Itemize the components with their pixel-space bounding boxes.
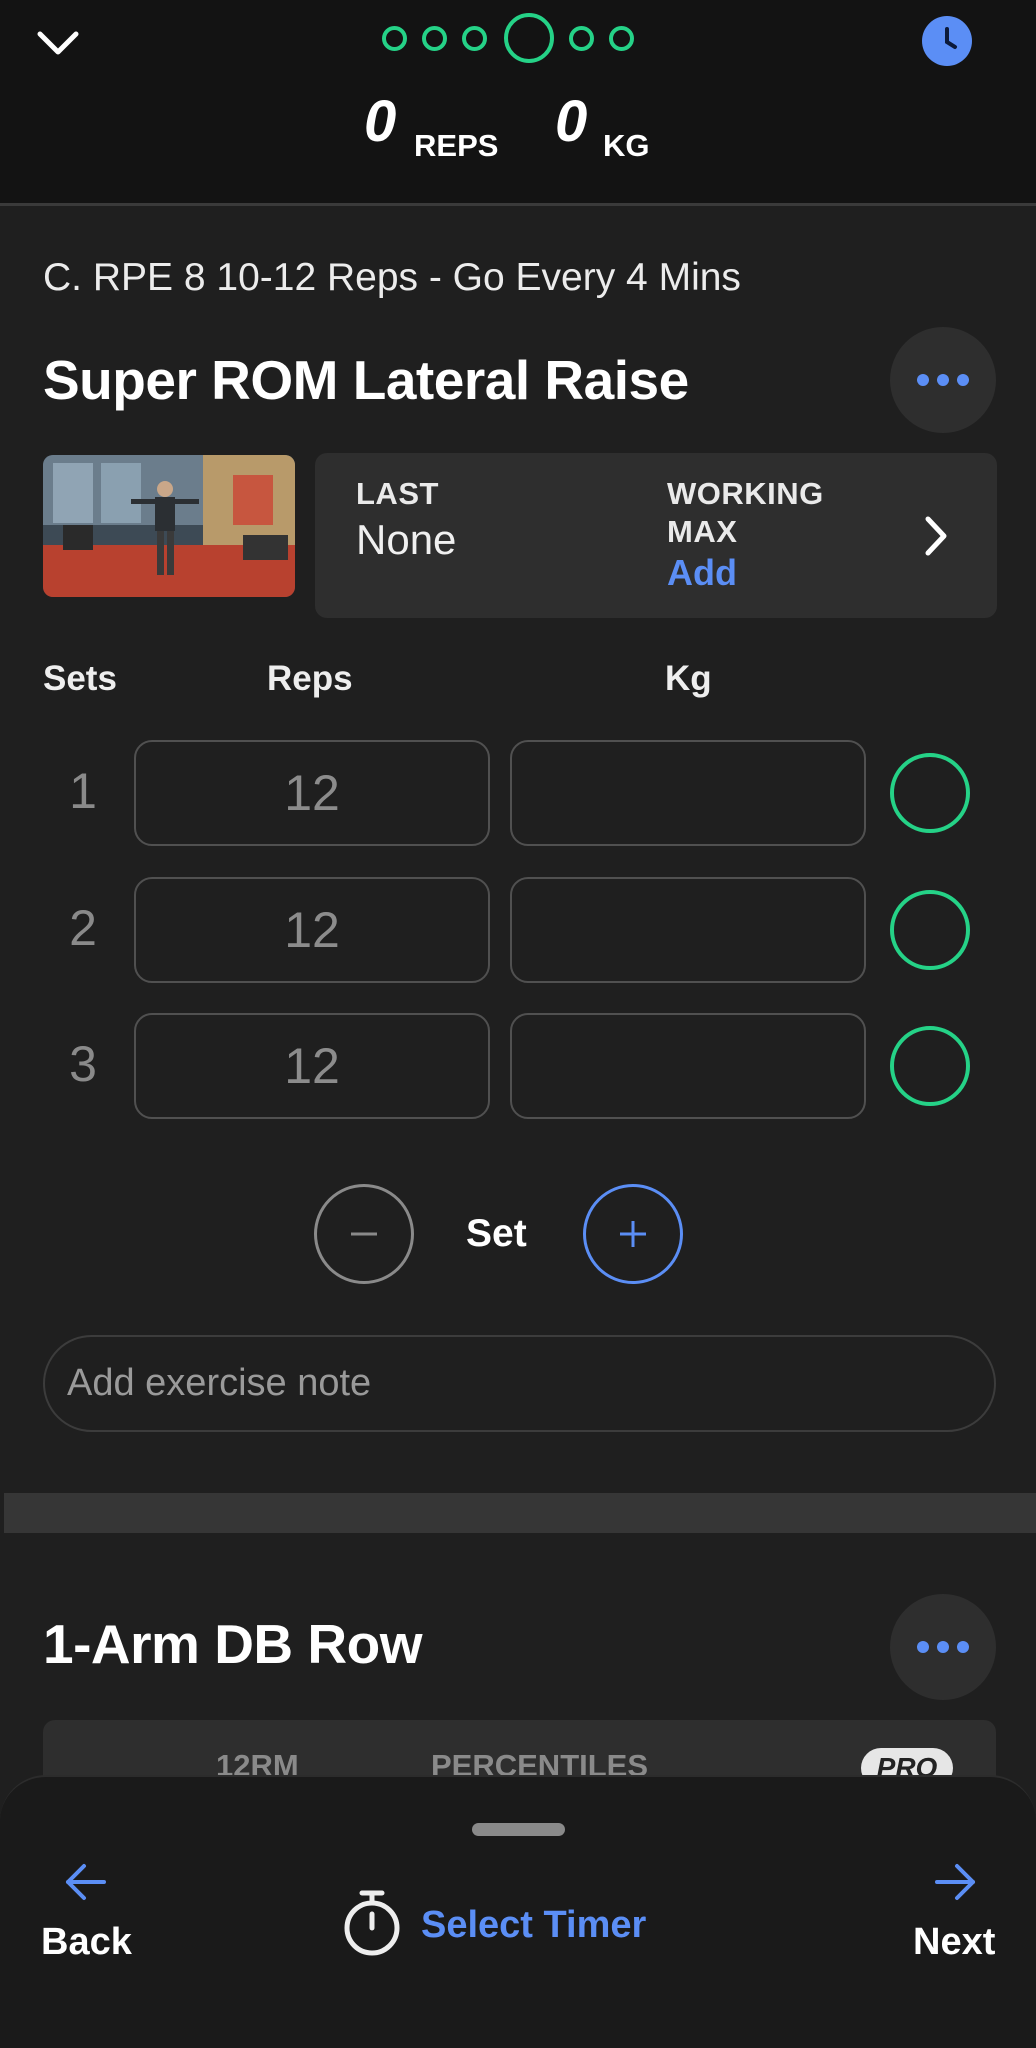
working-max-label: WORKING — [667, 476, 824, 511]
back-label: Back — [41, 1921, 132, 1963]
arrow-right-icon — [935, 1864, 975, 1900]
section-title: C. RPE 8 10-12 Reps - Go Every 4 Mins — [43, 256, 741, 299]
progress-dot-2[interactable] — [422, 26, 447, 51]
collapse-chevron-icon[interactable] — [36, 28, 80, 60]
reps-input[interactable]: 12 — [134, 740, 490, 846]
minus-icon — [351, 1232, 377, 1236]
working-max-label-2: MAX — [667, 514, 738, 549]
set-control-label: Set — [466, 1212, 527, 1255]
sets-column-header: Sets — [43, 659, 117, 698]
reps-input[interactable]: 12 — [134, 1013, 490, 1119]
exercise-title[interactable]: 1-Arm DB Row — [43, 1612, 423, 1676]
set-complete-checkbox[interactable] — [890, 890, 970, 970]
next-button[interactable]: Next — [910, 1862, 1000, 1972]
more-dot-icon — [957, 1641, 969, 1653]
kg-unit-label: KG — [603, 128, 650, 163]
select-timer-label: Select Timer — [421, 1904, 647, 1946]
more-dot-icon — [917, 374, 929, 386]
kg-input[interactable] — [510, 1013, 866, 1119]
kg-input[interactable] — [510, 740, 866, 846]
kg-column-header: Kg — [665, 659, 712, 698]
reps-input[interactable]: 12 — [134, 877, 490, 983]
progress-dot-3[interactable] — [462, 26, 487, 51]
remove-set-button[interactable] — [314, 1184, 414, 1284]
set-number: 3 — [69, 1036, 97, 1092]
reps-unit-label: REPS — [414, 128, 499, 163]
reps-total-value: 0 — [364, 89, 397, 154]
progress-dot-current[interactable] — [504, 13, 554, 63]
plus-icon — [620, 1221, 646, 1247]
exercise-divider — [4, 1493, 1036, 1533]
exercise-options-button[interactable] — [890, 327, 996, 433]
progress-dot-1[interactable] — [382, 26, 407, 51]
workout-header: 0 REPS 0 KG — [0, 0, 1036, 206]
back-button[interactable]: Back — [40, 1862, 132, 1972]
kg-total-value: 0 — [555, 89, 588, 154]
arrow-left-icon — [66, 1864, 106, 1900]
more-dot-icon — [937, 374, 949, 386]
working-max-add-link[interactable]: Add — [667, 552, 737, 594]
kg-input[interactable] — [510, 877, 866, 983]
more-dot-icon — [937, 1641, 949, 1653]
clock-icon[interactable] — [922, 16, 972, 66]
stopwatch-icon — [344, 1890, 400, 1956]
set-number: 1 — [69, 763, 97, 819]
set-complete-checkbox[interactable] — [890, 753, 970, 833]
set-complete-checkbox[interactable] — [890, 1026, 970, 1106]
progress-dot-5[interactable] — [569, 26, 594, 51]
more-dot-icon — [917, 1641, 929, 1653]
next-label: Next — [913, 1921, 996, 1963]
chevron-right-icon — [925, 516, 947, 556]
history-card[interactable]: LAST None WORKING MAX Add — [315, 453, 997, 618]
exercise-title[interactable]: Super ROM Lateral Raise — [43, 348, 689, 412]
reps-column-header: Reps — [267, 659, 353, 698]
last-label: LAST — [356, 476, 439, 511]
set-number: 2 — [69, 900, 97, 956]
exercise-video-thumbnail[interactable] — [43, 455, 295, 597]
last-value: None — [356, 516, 457, 563]
exercise-options-button[interactable] — [890, 1594, 996, 1700]
progress-dot-6[interactable] — [609, 26, 634, 51]
exercise-note-input[interactable]: Add exercise note — [43, 1335, 996, 1432]
add-set-button[interactable] — [583, 1184, 683, 1284]
select-timer-button[interactable]: Select Timer — [340, 1888, 660, 1958]
sheet-drag-handle[interactable] — [472, 1823, 565, 1836]
more-dot-icon — [957, 374, 969, 386]
